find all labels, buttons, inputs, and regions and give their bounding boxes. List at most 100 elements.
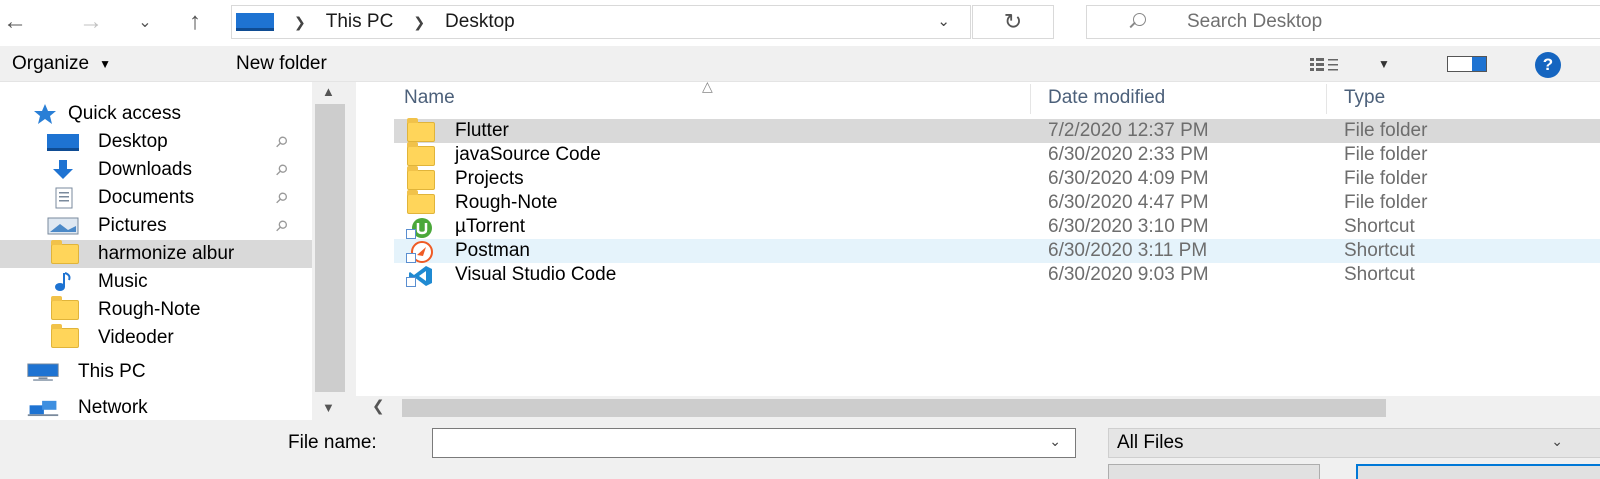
column-header-type[interactable]: Type	[1344, 82, 1385, 114]
nav-item-label: Videoder	[98, 327, 174, 348]
nav-quick-access[interactable]: Quick access	[0, 100, 312, 128]
cancel-button[interactable]	[1356, 464, 1600, 479]
nav-item-desktop[interactable]: Desktop ⚲	[0, 128, 312, 156]
new-folder-button[interactable]: New folder	[236, 53, 327, 75]
help-button[interactable]: ?	[1535, 52, 1561, 78]
scrollbar-thumb[interactable]	[315, 104, 345, 392]
file-row[interactable]: javaSource Code 6/30/2020 2:33 PM File f…	[394, 142, 1600, 167]
file-type: File folder	[1344, 144, 1428, 165]
horizontal-scrollbar[interactable]: ❮	[356, 396, 1600, 420]
pin-icon[interactable]: ⚲	[271, 188, 292, 208]
view-options-icon[interactable]	[1310, 58, 1354, 72]
nav-item-harmonize-album[interactable]: harmonize albur	[0, 240, 312, 268]
file-row[interactable]: Visual Studio Code 6/30/2020 9:03 PM Sho…	[394, 263, 1600, 287]
desktop-icon	[46, 131, 80, 153]
address-dropdown-icon[interactable]: ⌄	[937, 12, 950, 30]
file-type: File folder	[1344, 192, 1428, 213]
file-row[interactable]: µTorrent 6/30/2020 3:10 PM Shortcut	[394, 215, 1600, 239]
file-type: Shortcut	[1344, 240, 1415, 261]
file-row[interactable]: Rough-Note 6/30/2020 4:47 PM File folder	[394, 190, 1600, 215]
file-type: File folder	[1344, 168, 1428, 189]
scroll-down-icon[interactable]: ▼	[322, 400, 335, 415]
file-name-dropdown-icon[interactable]: ⌄	[1049, 433, 1061, 450]
nav-item-label: harmonize albur	[98, 243, 235, 264]
file-type-filter[interactable]: All Files ⌄	[1108, 428, 1600, 458]
file-date: 6/30/2020 3:10 PM	[1048, 216, 1209, 237]
file-date: 6/30/2020 2:33 PM	[1048, 144, 1209, 165]
breadcrumb-separator-icon[interactable]: ❯	[294, 14, 306, 31]
forward-arrow-icon[interactable]: →	[76, 6, 106, 38]
nav-item-label: Rough-Note	[98, 299, 201, 320]
file-name: Flutter	[455, 120, 509, 141]
column-divider[interactable]	[1030, 84, 1031, 114]
vscode-icon	[406, 265, 436, 287]
folder-icon	[48, 296, 82, 321]
file-name: Rough-Note	[455, 192, 558, 213]
utorrent-icon	[406, 217, 436, 239]
documents-icon	[46, 187, 80, 209]
pin-icon[interactable]: ⚲	[271, 216, 292, 236]
address-bar[interactable]: ❯ This PC ❯ Desktop ⌄	[231, 5, 971, 39]
nav-quick-access-label: Quick access	[68, 103, 181, 124]
breadcrumb-this-pc[interactable]: This PC	[326, 11, 394, 33]
recent-locations-chevron-icon[interactable]: ⌄	[130, 6, 160, 38]
file-row[interactable]: Postman 6/30/2020 3:11 PM Shortcut	[394, 239, 1600, 263]
column-header-date-modified[interactable]: Date modified	[1048, 82, 1165, 114]
scrollbar-thumb[interactable]	[402, 399, 1386, 417]
organize-label: Organize	[12, 53, 90, 74]
breadcrumb-separator-icon[interactable]: ❯	[413, 14, 425, 31]
music-icon	[46, 271, 80, 293]
nav-this-pc-label: This PC	[78, 361, 146, 382]
file-type-filter-value: All Files	[1117, 432, 1184, 453]
folder-icon	[48, 240, 82, 265]
file-name-input[interactable]: ⌄	[432, 428, 1076, 458]
downloads-icon	[46, 159, 80, 181]
pin-icon[interactable]: ⚲	[271, 160, 292, 180]
nav-item-label: Documents	[98, 187, 195, 208]
view-dropdown-icon[interactable]: ▼	[1378, 57, 1390, 71]
folder-icon	[406, 118, 436, 143]
breadcrumb-desktop[interactable]: Desktop	[445, 11, 515, 33]
file-name: µTorrent	[455, 216, 526, 237]
file-type: File folder	[1344, 120, 1428, 141]
nav-item-documents[interactable]: Documents ⚲	[0, 184, 312, 212]
preview-pane-icon[interactable]	[1447, 56, 1487, 72]
nav-item-downloads[interactable]: Downloads ⚲	[0, 156, 312, 184]
up-arrow-icon[interactable]: ↑	[180, 6, 210, 38]
address-row: ← → ⌄ ↑ ❯ This PC ❯ Desktop ⌄ ↻ Search D…	[0, 0, 1600, 46]
nav-item-videoder[interactable]: Videoder	[0, 324, 312, 352]
file-row[interactable]: Flutter 7/2/2020 12:37 PM File folder	[394, 118, 1600, 143]
dialog-footer: File name: ⌄ All Files ⌄	[0, 420, 1600, 479]
nav-item-rough-note[interactable]: Rough-Note	[0, 296, 312, 324]
navigation-pane: Quick access Desktop ⚲ Downloads ⚲ Docum…	[0, 82, 312, 420]
nav-item-pictures[interactable]: Pictures ⚲	[0, 212, 312, 240]
folder-icon	[406, 190, 436, 215]
scroll-left-icon[interactable]: ❮	[372, 397, 385, 415]
file-row[interactable]: Projects 6/30/2020 4:09 PM File folder	[394, 166, 1600, 191]
nav-network[interactable]: Network	[0, 394, 312, 420]
nav-item-label: Desktop	[98, 131, 168, 152]
back-arrow-icon[interactable]: ←	[0, 6, 30, 38]
file-date: 6/30/2020 9:03 PM	[1048, 264, 1209, 285]
nav-item-label: Pictures	[98, 215, 167, 236]
organize-button[interactable]: Organize ▼	[12, 53, 111, 75]
organize-dropdown-icon: ▼	[99, 57, 111, 71]
this-pc-icon	[236, 13, 274, 31]
column-divider[interactable]	[1326, 84, 1327, 114]
scroll-up-icon[interactable]: ▲	[322, 84, 335, 99]
refresh-button[interactable]: ↻	[972, 5, 1054, 39]
nav-item-music[interactable]: Music	[0, 268, 312, 296]
search-input[interactable]: Search Desktop	[1086, 5, 1600, 39]
file-list: △ Name Date modified Type Flutter 7/2/20…	[356, 78, 1600, 402]
computer-icon	[26, 361, 60, 383]
file-name: Projects	[455, 168, 524, 189]
nav-item-label: Downloads	[98, 159, 192, 180]
folder-icon	[48, 324, 82, 349]
nav-this-pc[interactable]: This PC	[0, 358, 312, 386]
column-header-name[interactable]: Name	[404, 82, 455, 114]
open-button[interactable]	[1108, 464, 1320, 479]
file-date: 6/30/2020 4:47 PM	[1048, 192, 1209, 213]
navigation-scrollbar[interactable]: ▲ ▼	[312, 82, 348, 420]
file-type: Shortcut	[1344, 264, 1415, 285]
pin-icon[interactable]: ⚲	[271, 132, 292, 152]
